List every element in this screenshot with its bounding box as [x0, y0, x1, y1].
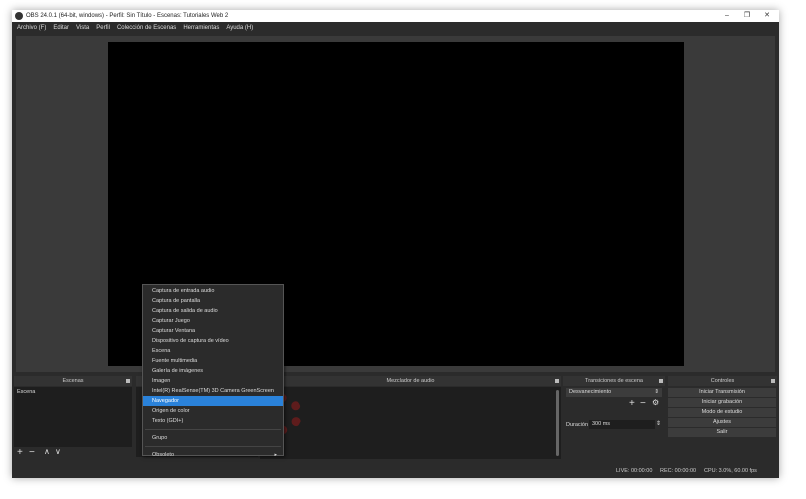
- menu-coleccion-escenas[interactable]: Colección de Escenas: [117, 22, 176, 34]
- menu-item[interactable]: Captura de pantalla: [143, 296, 283, 306]
- studio-mode-button[interactable]: Modo de estudio: [668, 408, 776, 417]
- window-title: OBS 24.0.1 (64-bit, windows) - Perfil: S…: [26, 13, 229, 19]
- close-button[interactable]: ✕: [756, 10, 778, 22]
- undock-icon[interactable]: [659, 379, 663, 383]
- undock-icon[interactable]: [771, 379, 775, 383]
- transitions-panel: Desvanecimiento ⇕ + − ⚙ Duración 300 ms ⇕: [563, 387, 665, 465]
- menu-item[interactable]: Intel(R) RealSense(TM) 3D Camera GreenSc…: [143, 386, 283, 396]
- menu-item[interactable]: Capturar Juego: [143, 316, 283, 326]
- menu-separator: [145, 446, 281, 447]
- menu-item[interactable]: Capturar Ventana: [143, 326, 283, 336]
- obs-window: OBS 24.0.1 (64-bit, windows) - Perfil: S…: [12, 10, 779, 478]
- submenu-arrow-icon: ▸: [274, 452, 277, 458]
- move-down-icon[interactable]: ∨: [55, 447, 61, 456]
- menu-item[interactable]: Escena: [143, 346, 283, 356]
- spinner-icon[interactable]: ⇕: [656, 420, 661, 427]
- transition-selected: Desvanecimiento: [569, 389, 612, 395]
- menu-item[interactable]: Captura de entrada audio: [143, 286, 283, 296]
- exit-button[interactable]: Salir: [668, 428, 776, 437]
- menu-perfil[interactable]: Perfil: [96, 22, 110, 34]
- menu-item[interactable]: Fuente multimedia: [143, 356, 283, 366]
- menu-item[interactable]: Galería de imágenes: [143, 366, 283, 376]
- undock-icon[interactable]: [555, 379, 559, 383]
- remove-transition-icon[interactable]: −: [640, 398, 646, 409]
- scene-item[interactable]: Escena: [14, 387, 132, 397]
- mixer-dock-title: Mezclador de audio: [260, 376, 561, 386]
- move-up-icon[interactable]: ∧: [44, 447, 50, 456]
- status-bar: LIVE: 00:00:00 REC: 00:00:00 CPU: 3.0%, …: [12, 465, 779, 478]
- transition-select[interactable]: Desvanecimiento ⇕: [566, 388, 662, 397]
- transitions-title: Transiciones de escena: [585, 378, 643, 384]
- controls-panel: Iniciar Transmisión Iniciar grabación Mo…: [668, 387, 777, 465]
- menu-item[interactable]: Captura de salida de audio: [143, 306, 283, 316]
- settings-button[interactable]: Ajustes: [668, 418, 776, 427]
- title-bar: OBS 24.0.1 (64-bit, windows) - Perfil: S…: [12, 10, 779, 22]
- cpu-fps: CPU: 3.0%, 60.00 fps: [704, 468, 757, 474]
- menu-item-grupo[interactable]: Grupo: [143, 433, 283, 443]
- transitions-dock-title: Transiciones de escena: [563, 376, 665, 386]
- controls-title: Controles: [710, 378, 735, 384]
- restore-button[interactable]: ❐: [736, 10, 758, 22]
- obs-logo-icon: [15, 12, 23, 20]
- rec-time: REC: 00:00:00: [660, 468, 697, 474]
- mixer-scrollbar[interactable]: [556, 390, 559, 456]
- mixer-panel: [260, 387, 561, 459]
- scenes-dock-title: Escenas: [14, 376, 132, 386]
- menu-editar[interactable]: Editar: [53, 22, 69, 34]
- menu-archivo[interactable]: Archivo (F): [17, 22, 46, 34]
- remove-scene-icon[interactable]: −: [29, 447, 35, 458]
- preview-area: [16, 36, 775, 372]
- start-recording-button[interactable]: Iniciar grabación: [668, 398, 776, 407]
- duration-input[interactable]: 300 ms: [589, 420, 655, 429]
- gear-icon[interactable]: ⚙: [652, 398, 659, 407]
- menu-herramientas[interactable]: Herramientas: [183, 22, 219, 34]
- start-streaming-button[interactable]: Iniciar Transmisión: [668, 388, 776, 397]
- menu-item[interactable]: Texto (GDI+): [143, 416, 283, 426]
- menu-item-obsoleto[interactable]: Obsoleto ▸: [143, 450, 283, 460]
- add-source-context-menu: Captura de entrada audio Captura de panta…: [142, 284, 284, 458]
- menu-separator: [145, 429, 281, 430]
- minimize-button[interactable]: –: [716, 10, 738, 22]
- menu-bar: Archivo (F) Editar Vista Perfil Colecció…: [12, 22, 779, 34]
- chevron-updown-icon: ⇕: [654, 389, 659, 395]
- menu-ayuda[interactable]: Ayuda (H): [226, 22, 253, 34]
- duration-label: Duración: [566, 422, 589, 428]
- mixer-title: Mezclador de audio: [386, 378, 435, 384]
- controls-dock-title: Controles: [668, 376, 777, 386]
- undock-icon[interactable]: [126, 379, 130, 383]
- scenes-title: Escenas: [62, 378, 84, 384]
- live-time: LIVE: 00:00:00: [616, 468, 653, 474]
- menu-vista[interactable]: Vista: [76, 22, 89, 34]
- obsoleto-label: Obsoleto: [152, 452, 175, 458]
- menu-item[interactable]: Navegador: [143, 396, 283, 406]
- add-transition-icon[interactable]: +: [629, 398, 635, 409]
- menu-item[interactable]: Dispositivo de captura de vídeo: [143, 336, 283, 346]
- menu-item[interactable]: Imagen: [143, 376, 283, 386]
- add-scene-icon[interactable]: +: [17, 447, 23, 458]
- menu-item[interactable]: Origen de color: [143, 406, 283, 416]
- scenes-list: Escena: [14, 387, 132, 447]
